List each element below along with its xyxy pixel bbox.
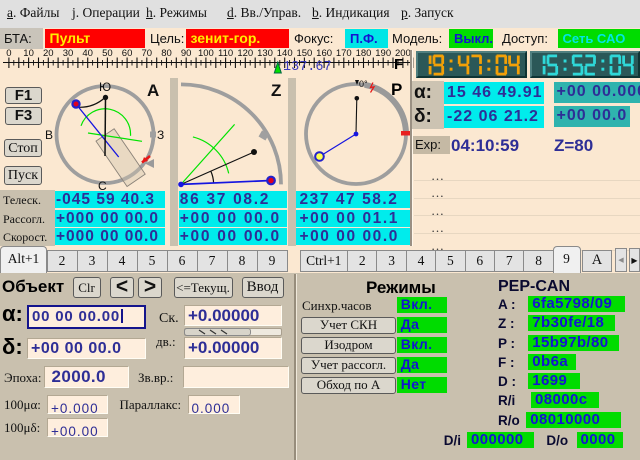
svg-text:З: З — [157, 128, 164, 142]
svg-text:Z: Z — [271, 81, 281, 100]
svg-text:Ю: Ю — [99, 80, 111, 94]
svg-text:0°: 0° — [359, 79, 368, 89]
svg-text:A: A — [147, 81, 159, 100]
svg-text:В: В — [45, 128, 53, 142]
